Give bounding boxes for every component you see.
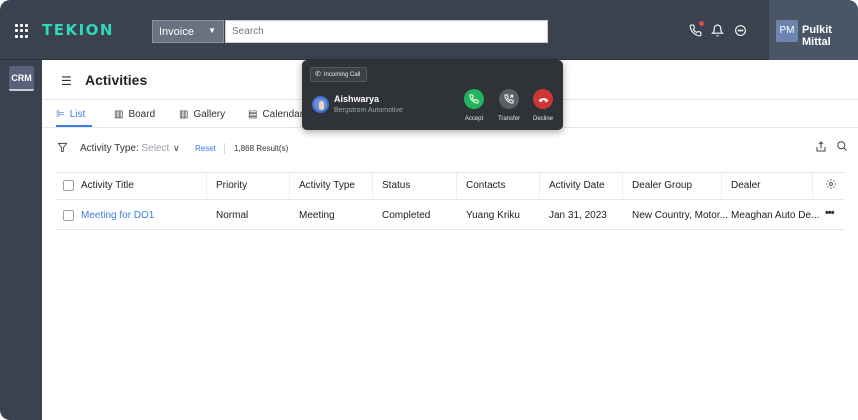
- activity-type-filter[interactable]: Activity Type: Select: [80, 143, 169, 154]
- divider: [224, 143, 225, 154]
- search-icon[interactable]: [836, 140, 848, 155]
- result-count: 1,868 Result(s): [234, 144, 289, 153]
- gear-icon[interactable]: [825, 178, 837, 193]
- global-search-input[interactable]: [225, 20, 548, 43]
- column-divider: [539, 172, 540, 200]
- user-name[interactable]: Pulkit Mittal: [802, 24, 858, 48]
- left-rail: [0, 60, 42, 420]
- chat-icon[interactable]: [734, 24, 747, 39]
- column-header-activity-type[interactable]: Activity Type: [299, 180, 355, 191]
- incoming-call-badge: ✆ Incoming Call: [310, 67, 368, 82]
- tab-board[interactable]: ▥ Board: [114, 109, 155, 120]
- avatar[interactable]: PM: [776, 20, 798, 42]
- transfer-call-button[interactable]: [499, 89, 519, 109]
- incoming-call-label: Incoming Call: [323, 72, 361, 78]
- rail-item-crm[interactable]: CRM: [9, 66, 34, 91]
- accept-call-button[interactable]: [464, 89, 484, 109]
- transfer-label: Transfer: [497, 116, 521, 122]
- column-header-activity-date[interactable]: Activity Date: [549, 180, 605, 191]
- chevron-down-icon: ▼: [208, 26, 216, 35]
- column-header-priority[interactable]: Priority: [216, 180, 247, 191]
- reset-link[interactable]: Reset: [195, 144, 216, 153]
- apps-grid-icon[interactable]: [15, 24, 29, 38]
- list-icon: ⊫: [56, 109, 65, 120]
- filter-label: Activity Type:: [80, 143, 139, 154]
- hamburger-menu-icon[interactable]: ☰: [61, 74, 72, 88]
- gallery-icon: ▥: [179, 109, 189, 120]
- accept-label: Accept: [464, 116, 484, 122]
- board-icon: ▥: [114, 109, 124, 120]
- column-divider: [622, 172, 623, 200]
- chevron-down-icon[interactable]: ∨: [173, 143, 180, 154]
- tab-label: Board: [128, 109, 156, 120]
- tab-label: List: [69, 109, 86, 120]
- decline-call-button[interactable]: [533, 89, 553, 109]
- brand-logo[interactable]: TEKION: [42, 21, 114, 39]
- tab-gallery[interactable]: ▥ Gallery: [179, 109, 225, 120]
- column-divider: [721, 172, 722, 200]
- column-divider: [289, 172, 290, 200]
- cell-contact: Yuang Kriku: [466, 210, 520, 221]
- row-more-icon[interactable]: •••: [825, 207, 835, 219]
- caller-name: Aishwarya: [334, 94, 380, 104]
- column-divider: [812, 172, 813, 200]
- filter-icon[interactable]: [57, 142, 68, 156]
- select-all-checkbox[interactable]: [63, 180, 74, 191]
- filter-value: Select: [141, 143, 170, 154]
- column-divider: [372, 172, 373, 200]
- tab-label: Calendar: [262, 109, 304, 120]
- column-header-contacts[interactable]: Contacts: [466, 180, 505, 191]
- search-scope-label: Invoice: [159, 26, 194, 38]
- column-divider: [206, 172, 207, 200]
- phone-icon[interactable]: [689, 24, 702, 39]
- cell-activity-date: Jan 31, 2023: [549, 210, 607, 221]
- column-header-dealer-group[interactable]: Dealer Group: [632, 180, 692, 191]
- column-divider: [456, 172, 457, 200]
- app-window: TEKION Invoice ▼ PM Pulkit Mittal CRM ☰ …: [0, 0, 858, 420]
- export-icon[interactable]: [815, 141, 827, 156]
- search-scope-select[interactable]: Invoice ▼: [152, 20, 224, 43]
- active-tab-indicator: [56, 125, 92, 127]
- tab-list[interactable]: ⊫ List: [56, 109, 85, 120]
- row-checkbox[interactable]: [63, 210, 74, 221]
- cell-dealer-group: New Country, Motor...: [632, 210, 728, 221]
- activity-title-link[interactable]: Meeting for DO1: [81, 210, 154, 221]
- page-title: Activities: [85, 72, 148, 88]
- table-header: [56, 172, 845, 200]
- column-header-activity-title[interactable]: Activity Title: [81, 180, 134, 191]
- column-header-status[interactable]: Status: [382, 180, 410, 191]
- calendar-icon: ▤: [248, 109, 258, 120]
- cell-priority: Normal: [216, 210, 249, 221]
- bell-icon[interactable]: [710, 24, 725, 39]
- notification-dot: [699, 21, 704, 26]
- tab-label: Gallery: [193, 109, 226, 120]
- column-header-dealer[interactable]: Dealer: [731, 180, 760, 191]
- cell-status: Completed: [382, 210, 431, 221]
- phone-incoming-icon: ✆: [315, 71, 321, 78]
- cell-activity-type: Meeting: [299, 210, 335, 221]
- tab-calendar[interactable]: ▤ Calendar: [248, 109, 303, 120]
- decline-label: Decline: [532, 116, 553, 122]
- cell-dealer: Meaghan Auto De...: [731, 210, 820, 221]
- caller-company: Bergstrom Automotive: [334, 107, 403, 114]
- caller-avatar: [312, 96, 329, 113]
